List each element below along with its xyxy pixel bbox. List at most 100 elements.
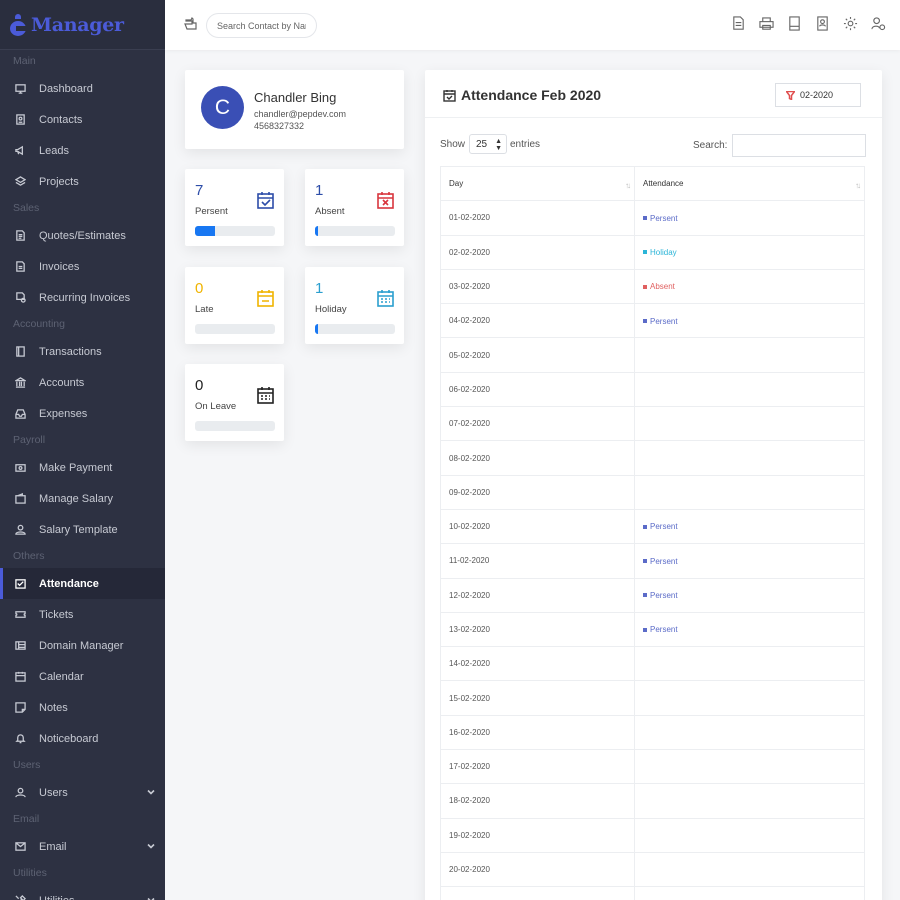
sidebar-item-quotes-estimates[interactable]: Quotes/Estimates bbox=[0, 220, 165, 251]
status-text: Persent bbox=[650, 625, 678, 635]
table-row: 09-02-2020 bbox=[440, 474, 865, 510]
table-row: 17-02-2020 bbox=[440, 749, 865, 785]
bank-icon bbox=[14, 377, 26, 389]
sidebar-item-label: Manage Salary bbox=[39, 492, 113, 505]
attendance-cell bbox=[634, 406, 865, 442]
day-cell: 05-02-2020 bbox=[440, 337, 635, 373]
status-badge: Persent bbox=[643, 591, 678, 600]
sidebar-item-users[interactable]: Users bbox=[0, 777, 165, 808]
stat-progress-bar bbox=[195, 421, 275, 431]
column-header-day[interactable]: Day ↑↓ bbox=[440, 165, 635, 202]
contacts-book-icon[interactable] bbox=[815, 16, 830, 31]
mail-icon bbox=[14, 841, 26, 853]
day-cell: 11-02-2020 bbox=[440, 543, 635, 579]
profile-name: Chandler Bing bbox=[254, 90, 337, 105]
column-header-attendance[interactable]: Attendance ↑↓ bbox=[634, 165, 865, 202]
sidebar-item-transactions[interactable]: Transactions bbox=[0, 336, 165, 367]
status-dot bbox=[643, 559, 647, 564]
sort-icon: ↑↓ bbox=[855, 181, 861, 190]
attendance-cell bbox=[634, 817, 865, 853]
hand-pointer-icon[interactable] bbox=[183, 16, 199, 32]
attendance-cell bbox=[634, 371, 865, 408]
sidebar-item-label: Noticeboard bbox=[39, 732, 99, 745]
sidebar-item-label: Calendar bbox=[39, 670, 84, 683]
table-row: 05-02-2020 bbox=[440, 337, 865, 373]
sidebar-item-noticeboard[interactable]: Noticeboard bbox=[0, 723, 165, 754]
status-badge: Absent bbox=[643, 282, 675, 291]
sidebar-item-label: Users bbox=[39, 786, 68, 799]
profile-card: C Chandler Bing chandler@pepdev.com 4568… bbox=[185, 70, 404, 149]
day-cell: 19-02-2020 bbox=[440, 817, 635, 853]
sidebar-item-notes[interactable]: Notes bbox=[0, 692, 165, 723]
month-filter-button[interactable]: 02-2020 bbox=[775, 83, 861, 107]
sidebar-item-label: Salary Template bbox=[39, 523, 118, 536]
attendance-cell: Persent bbox=[634, 303, 865, 339]
attendance-cell bbox=[634, 886, 865, 900]
attendance-cell bbox=[634, 646, 865, 682]
sidebar-item-tickets[interactable]: Tickets bbox=[0, 599, 165, 630]
stat-value: 1 bbox=[315, 182, 324, 199]
sidebar-item-email[interactable]: Email bbox=[0, 831, 165, 862]
sidebar-item-make-payment[interactable]: Make Payment bbox=[0, 452, 165, 483]
sidebar-item-manage-salary[interactable]: Manage Salary bbox=[0, 483, 165, 514]
sidebar-item-salary-template[interactable]: Salary Template bbox=[0, 514, 165, 545]
sidebar: Manager Main Dashboard Contacts Leads Pr… bbox=[0, 0, 165, 900]
stat-progress-bar bbox=[195, 226, 275, 236]
stat-progress-fill bbox=[315, 226, 319, 236]
sidebar-item-expenses[interactable]: Expenses bbox=[0, 398, 165, 429]
day-cell: 08-02-2020 bbox=[440, 440, 635, 476]
table-search-input[interactable] bbox=[732, 134, 866, 157]
entries-select[interactable]: 25 ▲ ▼ bbox=[469, 134, 507, 154]
brand-logo[interactable]: Manager bbox=[0, 0, 165, 50]
stat-label: Holiday bbox=[315, 304, 347, 315]
day-cell: 03-02-2020 bbox=[440, 268, 635, 305]
inbox-icon bbox=[14, 408, 26, 420]
sidebar-item-calendar[interactable]: Calendar bbox=[0, 661, 165, 692]
sidebar-item-attendance[interactable]: Attendance bbox=[0, 568, 165, 599]
sidebar-section-header: Others bbox=[13, 550, 45, 562]
calendar-full-icon bbox=[256, 386, 275, 405]
attendance-cell bbox=[634, 749, 865, 785]
attendance-cell: Persent bbox=[634, 577, 865, 613]
table-row: 15-02-2020 bbox=[440, 680, 865, 716]
sidebar-item-label: Attendance bbox=[39, 577, 99, 590]
stat-value: 7 bbox=[195, 182, 204, 199]
gear-icon[interactable] bbox=[843, 16, 858, 31]
calendar-icon bbox=[14, 671, 26, 683]
status-dot bbox=[643, 250, 647, 255]
stat-label: Late bbox=[195, 304, 214, 315]
book-icon[interactable] bbox=[787, 16, 802, 31]
day-cell: 18-02-2020 bbox=[440, 783, 635, 819]
status-text: Persent bbox=[650, 213, 678, 223]
sidebar-item-utilities[interactable]: Utilities bbox=[0, 885, 165, 900]
sidebar-item-projects[interactable]: Projects bbox=[0, 166, 165, 197]
attendance-cell bbox=[634, 440, 865, 476]
sidebar-item-recurring-invoices[interactable]: Recurring Invoices bbox=[0, 282, 165, 313]
attendance-cell: Absent bbox=[634, 268, 865, 305]
stat-value: 0 bbox=[195, 280, 204, 297]
status-badge: Persent bbox=[643, 557, 678, 566]
month-filter-value: 02-2020 bbox=[800, 90, 834, 100]
status-badge: Persent bbox=[643, 625, 678, 634]
sidebar-item-invoices[interactable]: Invoices bbox=[0, 251, 165, 282]
sidebar-item-accounts[interactable]: Accounts bbox=[0, 367, 165, 398]
sidebar-item-domain-manager[interactable]: Domain Manager bbox=[0, 630, 165, 661]
sidebar-section-header: Email bbox=[13, 813, 40, 825]
status-badge: Holiday bbox=[643, 248, 677, 257]
document-icon[interactable] bbox=[731, 16, 746, 31]
sort-icon: ↑↓ bbox=[625, 181, 631, 190]
search-contact-input[interactable] bbox=[206, 13, 317, 38]
user-icon bbox=[14, 787, 26, 799]
table-row: 14-02-2020 bbox=[440, 646, 865, 682]
search-label: Search: bbox=[693, 140, 728, 151]
day-cell: 20-02-2020 bbox=[440, 851, 635, 888]
brand-name: Manager bbox=[31, 13, 124, 36]
sidebar-item-contacts[interactable]: Contacts bbox=[0, 104, 165, 135]
calendar-grid-icon bbox=[376, 289, 395, 308]
sidebar-item-label: Invoices bbox=[39, 260, 80, 273]
sidebar-item-leads[interactable]: Leads bbox=[0, 135, 165, 166]
printer-icon[interactable] bbox=[759, 16, 774, 31]
sidebar-item-dashboard[interactable]: Dashboard bbox=[0, 73, 165, 104]
table-row: 06-02-2020 bbox=[440, 371, 865, 408]
user-settings-icon[interactable] bbox=[871, 16, 886, 31]
